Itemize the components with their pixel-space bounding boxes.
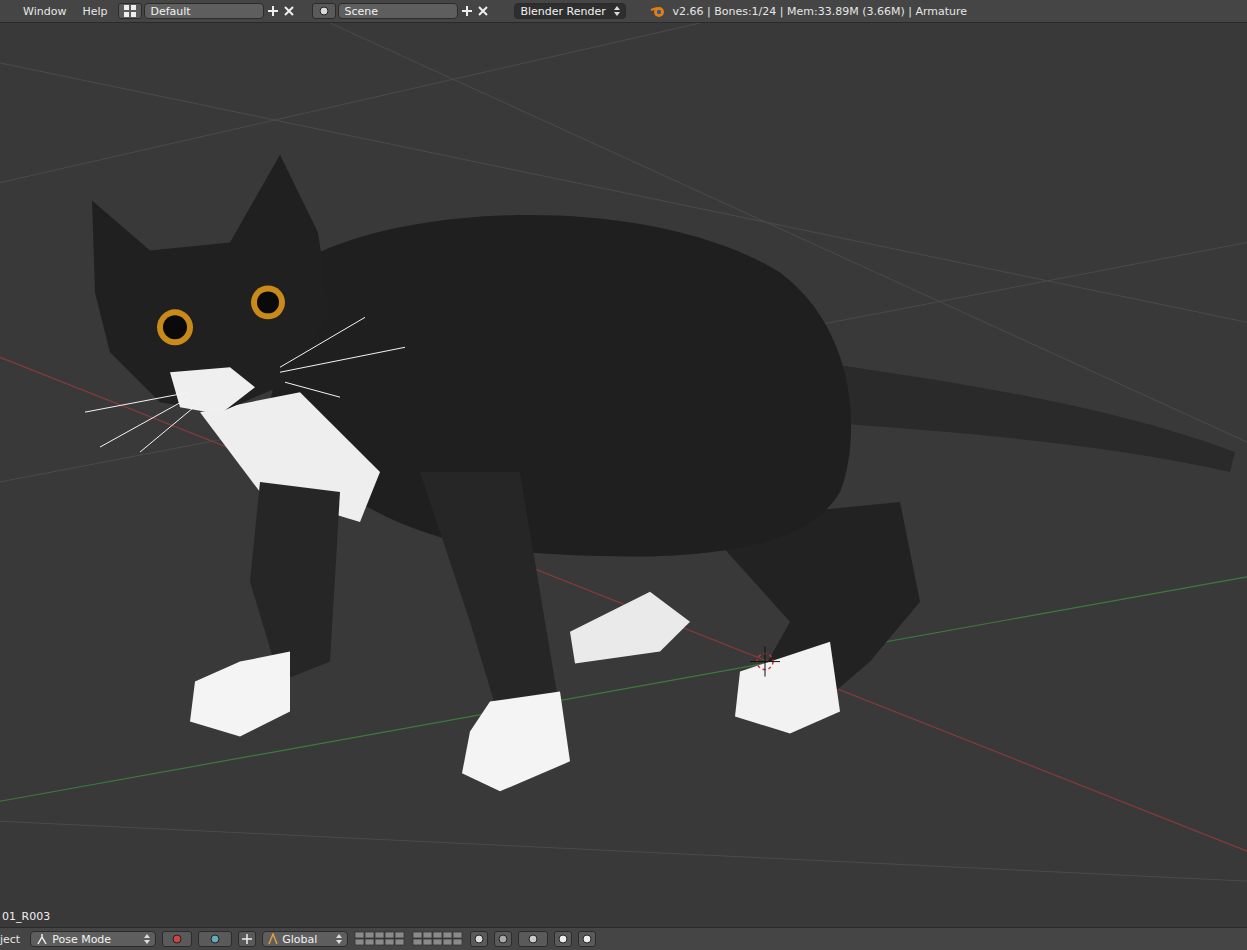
cat-model[interactable]	[85, 155, 1235, 792]
grid-floor	[0, 23, 1247, 881]
layers-grid-b[interactable]	[412, 931, 464, 947]
screen-layout-field[interactable]: Default	[144, 3, 264, 19]
dropdown-arrows-icon	[336, 934, 342, 944]
orientation-dropdown[interactable]: Global	[262, 931, 348, 947]
object-label: 01_R003	[2, 910, 50, 923]
layout-icon	[124, 5, 136, 17]
manipulator-icon	[241, 933, 253, 945]
lock-icon	[473, 933, 485, 945]
pose-icon	[36, 933, 48, 945]
cat-whiskers	[85, 317, 405, 452]
menu-item[interactable]: Help	[77, 5, 112, 18]
pivot-button[interactable]	[198, 931, 232, 947]
menu-item[interactable]: Window	[18, 5, 71, 18]
manipulator-button[interactable]	[238, 931, 256, 947]
close-icon[interactable]	[282, 4, 296, 18]
cat-front-paw-right	[462, 692, 570, 792]
close-icon[interactable]	[476, 4, 490, 18]
render-button[interactable]	[554, 931, 572, 947]
proportional-button[interactable]	[494, 931, 512, 947]
cat-back-paw	[570, 592, 690, 664]
layout-button[interactable]	[118, 3, 142, 19]
scene-button[interactable]	[312, 3, 336, 19]
cat-pupil-left	[163, 315, 187, 339]
dropdown-arrows-icon	[614, 6, 620, 16]
top-header: Window Help Default Scene Blender Render v2.6…	[0, 0, 1247, 23]
camera-icon	[557, 933, 569, 945]
shading-button[interactable]	[162, 931, 192, 947]
cat-front-leg-right	[420, 472, 560, 721]
orientation-icon	[268, 933, 278, 945]
layers-grid-a[interactable]	[354, 931, 406, 947]
y-axis-line	[0, 577, 1247, 802]
info-text: v2.66 | Bones:1/24 | Mem:33.89M (3.66M) …	[672, 5, 967, 18]
bottom-header: ject Pose Mode Global	[0, 927, 1247, 950]
proportional-icon	[497, 933, 509, 945]
3d-cursor-icon[interactable]	[750, 647, 780, 677]
cat-eye-right	[251, 285, 285, 319]
plus-icon[interactable]	[266, 4, 280, 18]
snap-icon	[527, 933, 539, 945]
blender-window: Window Help Default Scene Blender Render v2.6…	[0, 0, 1247, 950]
cat-pupil-right	[257, 291, 279, 313]
snap-button[interactable]	[518, 931, 548, 947]
lock-button[interactable]	[470, 931, 488, 947]
viewport-canvas[interactable]	[0, 23, 1247, 927]
cat-front-paw-left	[190, 652, 290, 737]
cat-front-leg-left	[250, 482, 340, 682]
dropdown-arrows-icon	[144, 934, 150, 944]
scene-icon	[318, 5, 330, 17]
clapper-icon	[581, 933, 593, 945]
scene-field[interactable]: Scene	[338, 3, 458, 19]
object-menu[interactable]: ject	[0, 933, 24, 946]
shading-icon	[171, 933, 183, 945]
render-anim-button[interactable]	[578, 931, 596, 947]
plus-icon[interactable]	[460, 4, 474, 18]
render-engine-dropdown[interactable]: Blender Render	[514, 3, 626, 19]
cat-tail	[820, 362, 1235, 472]
3d-viewport[interactable]: 01_R003	[0, 23, 1247, 927]
blender-logo-icon	[650, 4, 666, 18]
mode-dropdown[interactable]: Pose Mode	[30, 931, 156, 947]
pivot-icon	[209, 933, 221, 945]
cat-eye-left	[157, 309, 193, 345]
cat-hind-paw	[735, 642, 840, 734]
cat-muzzle	[170, 367, 255, 414]
